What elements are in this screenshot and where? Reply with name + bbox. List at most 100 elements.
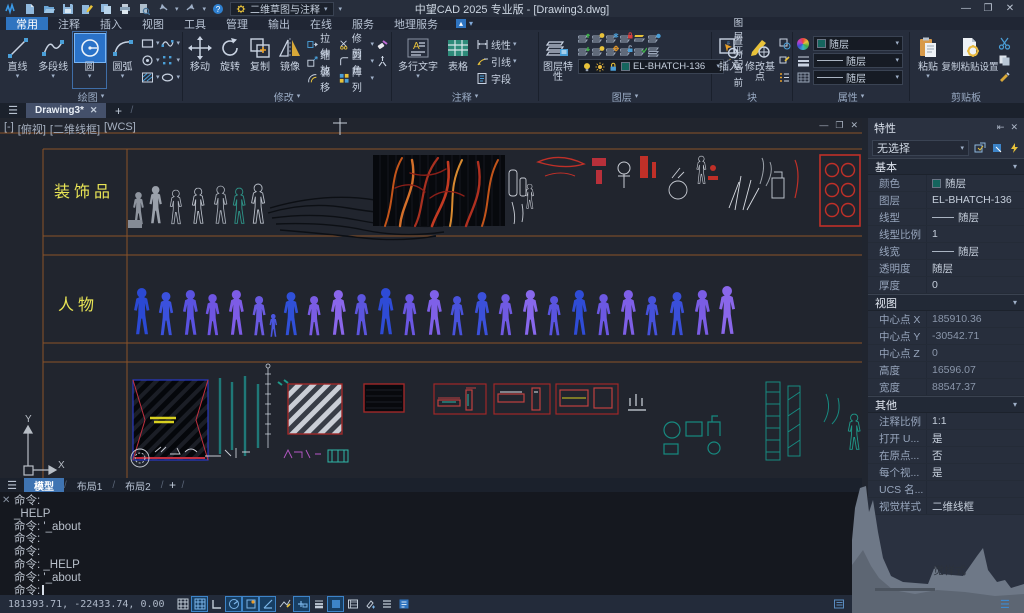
- prop-row-ltscale[interactable]: 线型比例1: [868, 226, 1024, 243]
- redo-icon[interactable]: [184, 2, 198, 15]
- save-icon[interactable]: [61, 2, 75, 15]
- edit-base-point-button[interactable]: 修改基点: [744, 32, 776, 88]
- layer-walk-icon[interactable]: [648, 45, 661, 57]
- tab-output[interactable]: 输出: [258, 17, 300, 30]
- layer-merge-icon[interactable]: [648, 32, 661, 44]
- section-other[interactable]: 其他▾: [868, 396, 1024, 413]
- tab-close-icon[interactable]: ✕: [90, 105, 98, 116]
- workspace-extra-caret-icon[interactable]: ▾: [339, 5, 343, 13]
- dynamic-input-icon[interactable]: [294, 597, 309, 611]
- tab-layout1[interactable]: 布局1: [67, 478, 113, 492]
- copy-button[interactable]: 复制: [245, 32, 275, 88]
- doc-minimize-icon[interactable]: —: [819, 120, 828, 131]
- maximize-button[interactable]: ❐: [978, 1, 998, 16]
- table-button[interactable]: 表格: [442, 32, 474, 88]
- copy-paste-settings-button[interactable]: 复制粘贴设置: [944, 32, 996, 88]
- linetype-dropdown[interactable]: 随层▾: [813, 53, 903, 68]
- new-layout-button[interactable]: +: [163, 478, 181, 492]
- workspace-switch-icon[interactable]: [396, 597, 411, 611]
- prop-row-linetype[interactable]: 线型随层: [868, 209, 1024, 226]
- lineweight-dropdown[interactable]: 随层▾: [813, 70, 903, 85]
- color-wheel-icon[interactable]: [797, 36, 810, 51]
- new-file-icon[interactable]: [23, 2, 37, 15]
- tab-insert[interactable]: 插入: [90, 17, 132, 30]
- layer-on-icon[interactable]: [578, 32, 591, 44]
- viewport-view-control[interactable]: [俯视]: [18, 121, 46, 137]
- field-button[interactable]: 字段: [476, 71, 517, 86]
- tab-layout2[interactable]: 布局2: [115, 478, 161, 492]
- leader-button[interactable]: 引线▾: [476, 54, 517, 69]
- app-logo-icon[interactable]: [4, 2, 18, 15]
- annotation-scale-icon[interactable]: [345, 597, 360, 611]
- toggle-pickadd-icon[interactable]: [1007, 141, 1020, 154]
- drawing-viewport[interactable]: [-] [俯视] [二维线框] [WCS] — ❐ ✕ 装饰品 人物 Y X: [0, 118, 862, 478]
- prop-row-visual-style[interactable]: 视觉样式二维线框: [868, 498, 1024, 515]
- linear-dim-button[interactable]: 线性▾: [476, 37, 517, 52]
- prop-row-layer[interactable]: 图层EL-BHATCH-136: [868, 192, 1024, 209]
- spline-button[interactable]: ▾: [161, 36, 180, 51]
- section-view[interactable]: 视图▾: [868, 294, 1024, 311]
- move-button[interactable]: 移动: [185, 32, 215, 88]
- prop-row-thickness[interactable]: 厚度0: [868, 277, 1024, 294]
- panel-clipboard-label[interactable]: 剪贴板: [951, 89, 981, 104]
- prop-row-color[interactable]: 颜色随层: [868, 175, 1024, 192]
- grid-display-icon[interactable]: [175, 597, 190, 611]
- prop-row-height[interactable]: 高度16596.07: [868, 362, 1024, 379]
- print-icon[interactable]: [118, 2, 132, 15]
- doc-menu-icon[interactable]: ☰: [0, 103, 26, 118]
- tab-online[interactable]: 在线: [300, 17, 342, 30]
- array-button[interactable]: 阵列▾: [339, 71, 374, 86]
- section-basic[interactable]: 基本▾: [868, 158, 1024, 175]
- viewport-controls-minus[interactable]: [-]: [4, 121, 14, 137]
- layer-lock-icon[interactable]: [620, 32, 633, 44]
- panel-annotate-label[interactable]: 注释: [452, 89, 472, 104]
- paste-button[interactable]: 粘贴▾: [912, 32, 944, 88]
- polyline-button[interactable]: 多段线▾: [33, 32, 73, 88]
- command-close-icon[interactable]: ✕: [2, 495, 10, 508]
- hatch-button[interactable]: ▾: [141, 70, 160, 85]
- tab-tools[interactable]: 工具: [174, 17, 216, 30]
- copy-clip-icon[interactable]: [998, 53, 1011, 68]
- rotate-button[interactable]: 旋转: [215, 32, 245, 88]
- document-tab[interactable]: Drawing3* ✕: [26, 103, 106, 118]
- layer-off-icon[interactable]: [592, 32, 605, 44]
- model-space-icon[interactable]: [328, 597, 343, 611]
- annotation-monitor-icon[interactable]: [831, 597, 846, 611]
- viewport-visual-style-control[interactable]: [二维线框]: [50, 121, 100, 137]
- transparency-icon[interactable]: [797, 70, 810, 85]
- layer-properties-button[interactable]: 图层特性: [541, 32, 575, 88]
- panel-properties-label[interactable]: 属性: [838, 89, 858, 104]
- panel-layer-label[interactable]: 图层: [612, 89, 632, 104]
- prop-row-ucs-on[interactable]: 打开 U...是: [868, 430, 1024, 447]
- prop-row-width[interactable]: 宽度88547.37: [868, 379, 1024, 396]
- arc-button[interactable]: 圆弧▾: [106, 32, 139, 88]
- line-button[interactable]: 直线▾: [2, 32, 33, 88]
- tab-view[interactable]: 视图: [132, 17, 174, 30]
- layer-bulb-icon[interactable]: [592, 45, 605, 57]
- match-properties-icon[interactable]: [998, 70, 1011, 85]
- block-attributes-button[interactable]: [778, 70, 791, 85]
- snap-mode-icon[interactable]: [192, 597, 207, 611]
- ellipse-button[interactable]: ▾: [161, 70, 180, 85]
- close-button[interactable]: ✕: [1000, 1, 1020, 16]
- prop-row-ucs-origin[interactable]: 在原点...否: [868, 447, 1024, 464]
- ortho-mode-icon[interactable]: [209, 597, 224, 611]
- prop-row-lineweight[interactable]: 线宽随层: [868, 243, 1024, 260]
- quick-select-icon[interactable]: [973, 141, 986, 154]
- create-block-button[interactable]: [778, 36, 791, 51]
- select-objects-icon[interactable]: [990, 141, 1003, 154]
- panel-draw-label[interactable]: 绘图: [78, 89, 98, 104]
- redo-caret-icon[interactable]: ▾: [203, 5, 207, 13]
- edit-block-button[interactable]: [778, 53, 791, 68]
- layer-unisolate-icon[interactable]: [634, 45, 647, 57]
- tab-model[interactable]: 模型: [24, 478, 64, 492]
- palette-close-icon[interactable]: ✕: [1010, 122, 1018, 133]
- tab-manage[interactable]: 管理: [216, 17, 258, 30]
- new-tab-button[interactable]: +: [106, 103, 130, 118]
- prop-row-center-x[interactable]: 中心点 X185910.36: [868, 311, 1024, 328]
- panel-modify-label[interactable]: 修改: [274, 89, 294, 104]
- undo-caret-icon[interactable]: ▾: [175, 5, 179, 13]
- color-dropdown[interactable]: 随层▾: [813, 36, 903, 51]
- cut-icon[interactable]: [998, 36, 1011, 51]
- minimize-button[interactable]: —: [956, 1, 976, 16]
